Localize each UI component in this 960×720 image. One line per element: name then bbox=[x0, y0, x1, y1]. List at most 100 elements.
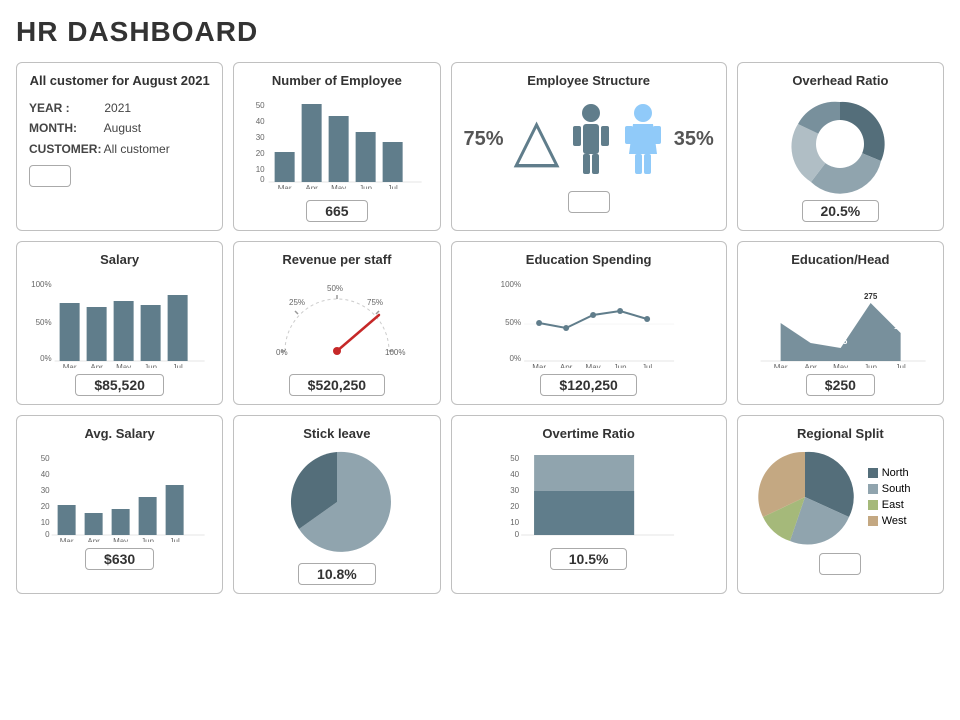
card-overhead-ratio: Overhead Ratio 20.5% bbox=[737, 62, 944, 231]
svg-text:May: May bbox=[113, 537, 128, 542]
male-icon: △ bbox=[514, 105, 560, 175]
west-label: West bbox=[882, 515, 907, 527]
svg-text:Apr: Apr bbox=[87, 537, 100, 542]
regional-title: Regional Split bbox=[797, 426, 884, 441]
svg-text:Apr: Apr bbox=[804, 363, 817, 368]
svg-text:Mar: Mar bbox=[773, 363, 787, 368]
svg-text:Mar: Mar bbox=[278, 184, 292, 189]
svg-text:275: 275 bbox=[864, 292, 878, 301]
svg-text:50: 50 bbox=[41, 454, 50, 463]
east-label: East bbox=[882, 499, 904, 511]
year-label: YEAR : bbox=[29, 98, 101, 118]
svg-text:May: May bbox=[331, 184, 346, 189]
svg-text:Jul: Jul bbox=[170, 537, 180, 542]
svg-text:Jul: Jul bbox=[895, 363, 905, 368]
north-dot bbox=[868, 468, 878, 478]
male-figure bbox=[570, 102, 612, 177]
svg-text:50%: 50% bbox=[505, 318, 521, 327]
salary-title: Salary bbox=[100, 252, 139, 267]
svg-text:195: 195 bbox=[804, 332, 818, 341]
svg-text:25: 25 bbox=[776, 311, 785, 320]
svg-text:May: May bbox=[585, 363, 600, 368]
edu-spend-value: $120,250 bbox=[540, 374, 636, 396]
svg-text:155: 155 bbox=[834, 337, 848, 346]
svg-text:30: 30 bbox=[41, 486, 50, 495]
svg-text:185: 185 bbox=[894, 322, 908, 331]
svg-text:Mar: Mar bbox=[532, 363, 546, 368]
svg-text:25%: 25% bbox=[289, 298, 305, 307]
svg-text:40: 40 bbox=[510, 470, 519, 479]
card2-value: 665 bbox=[306, 200, 367, 222]
stick-leave-value: 10.8% bbox=[298, 563, 376, 585]
svg-text:75%: 75% bbox=[367, 298, 383, 307]
avg-salary-value: $630 bbox=[85, 548, 154, 570]
salary-value: $85,520 bbox=[75, 374, 164, 396]
svg-text:May: May bbox=[116, 363, 131, 368]
legend-west: West bbox=[868, 515, 911, 527]
card4-title: Overhead Ratio bbox=[792, 73, 888, 88]
legend-north: North bbox=[868, 467, 911, 479]
dashboard-grid: All customer for August 2021 YEAR : 2021… bbox=[16, 62, 944, 594]
card-regional-split: Regional Split North South bbox=[737, 415, 944, 594]
education-head-chart: 25 195 155 275 185 Mar Apr May Jun Jul bbox=[750, 273, 931, 368]
card-employee-count: Number of Employee 50 40 30 20 10 0 Mar bbox=[233, 62, 440, 231]
svg-text:50%: 50% bbox=[36, 318, 52, 327]
card1-value-box bbox=[29, 165, 71, 187]
svg-text:20: 20 bbox=[41, 502, 50, 511]
card-education-spending: Education Spending 100% 50% 0% Mar Apr M… bbox=[451, 241, 727, 405]
svg-text:100%: 100% bbox=[500, 280, 520, 289]
card-revenue-per-staff: Revenue per staff 0% 25% 50% 75% 100% bbox=[233, 241, 440, 405]
legend-south: South bbox=[868, 483, 911, 495]
svg-text:Apr: Apr bbox=[306, 184, 319, 189]
svg-text:100%: 100% bbox=[385, 348, 405, 357]
stick-leave-pie bbox=[277, 447, 397, 557]
regional-pie bbox=[750, 447, 860, 547]
revenue-value: $520,250 bbox=[289, 374, 385, 396]
page-title: HR DASHBOARD bbox=[16, 16, 944, 48]
customer-label: CUSTOMER: bbox=[29, 139, 101, 159]
card-all-customer: All customer for August 2021 YEAR : 2021… bbox=[16, 62, 223, 231]
month-value: August bbox=[104, 121, 141, 135]
svg-text:Jun: Jun bbox=[613, 363, 626, 368]
svg-text:10: 10 bbox=[41, 518, 50, 527]
svg-text:50%: 50% bbox=[327, 284, 343, 293]
employee-bar-chart: 50 40 30 20 10 0 Mar Apr May Jun Jul bbox=[246, 94, 427, 189]
svg-text:Jun: Jun bbox=[141, 537, 154, 542]
overhead-donut bbox=[790, 94, 890, 194]
svg-text:40: 40 bbox=[41, 470, 50, 479]
card-avg-salary: Avg. Salary 50 40 30 20 10 0 Mar Apr May… bbox=[16, 415, 223, 594]
revenue-title: Revenue per staff bbox=[282, 252, 391, 267]
salary-bar-chart: 100% 50% 0% Mar Apr May Jun Jul bbox=[29, 273, 210, 368]
svg-text:10: 10 bbox=[510, 518, 519, 527]
edu-spend-title: Education Spending bbox=[526, 252, 652, 267]
svg-text:0: 0 bbox=[45, 530, 50, 539]
svg-text:Jul: Jul bbox=[388, 184, 398, 189]
card3-title: Employee Structure bbox=[527, 73, 650, 88]
regional-content: North South East West bbox=[750, 447, 931, 547]
card3-value-box bbox=[568, 191, 610, 213]
card-stick-leave: Stick leave 10.8% bbox=[233, 415, 440, 594]
south-label: South bbox=[882, 483, 911, 495]
svg-text:20: 20 bbox=[256, 149, 265, 158]
female-figure bbox=[622, 102, 664, 177]
male-pct: 75% bbox=[464, 128, 504, 151]
customer-info: YEAR : 2021 MONTH: August CUSTOMER: All … bbox=[29, 98, 170, 159]
svg-text:Jul: Jul bbox=[173, 363, 183, 368]
svg-text:Jun: Jun bbox=[144, 363, 157, 368]
svg-text:10: 10 bbox=[256, 165, 265, 174]
svg-text:Apr: Apr bbox=[559, 363, 572, 368]
south-dot bbox=[868, 484, 878, 494]
employee-structure-display: 75% △ 35% bbox=[464, 94, 714, 185]
svg-text:Jul: Jul bbox=[642, 363, 652, 368]
svg-text:0: 0 bbox=[260, 175, 265, 184]
legend-east: East bbox=[868, 499, 911, 511]
overtime-title: Overtime Ratio bbox=[542, 426, 634, 441]
svg-text:Mar: Mar bbox=[63, 363, 77, 368]
edu-head-value: $250 bbox=[806, 374, 875, 396]
svg-text:20: 20 bbox=[510, 502, 519, 511]
east-dot bbox=[868, 500, 878, 510]
card-overtime-ratio: Overtime Ratio 50 40 30 20 10 0 10.5% bbox=[451, 415, 727, 594]
education-spending-chart: 100% 50% 0% Mar Apr May Jun Jul bbox=[464, 273, 714, 368]
svg-text:100%: 100% bbox=[31, 280, 51, 289]
regional-legend: North South East West bbox=[868, 467, 911, 527]
